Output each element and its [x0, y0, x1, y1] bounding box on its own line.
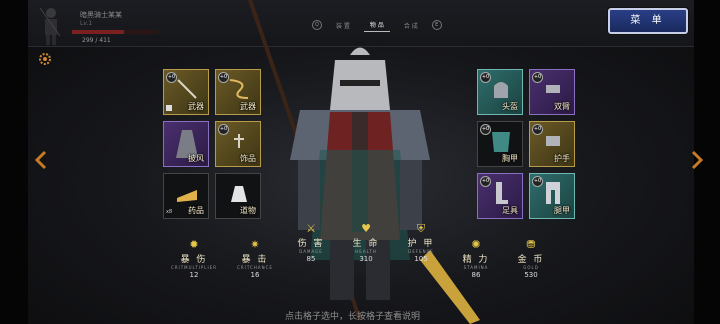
slot-label: 披风: [188, 154, 204, 163]
stat-value: 85: [306, 255, 316, 263]
stat-crit-multiplier: ✹ 暴 伤 CRITMULTIPLIER 12: [169, 238, 219, 279]
slot-label: 双臂: [554, 102, 570, 111]
slot-label: 道物: [240, 206, 256, 215]
slot-boots[interactable]: +0 足具: [477, 173, 523, 219]
stat-en-name: DEFENSE: [408, 249, 434, 254]
inventory-screen: 暗黑骑士某某 Lv.1 299 / 411 Q 装 置 物 品 合 成 E 菜 …: [0, 0, 720, 324]
slot-weapon-2[interactable]: +0 武器: [215, 69, 261, 115]
health-bar: [72, 30, 158, 34]
player-name: 暗黑骑士某某: [80, 11, 122, 19]
stat-value: 12: [189, 271, 199, 279]
slot-label: 武器: [240, 102, 256, 111]
crit-chance-icon: ✷: [250, 238, 260, 251]
helmet-icon: [494, 82, 508, 98]
item-count: x8: [166, 209, 173, 215]
stat-en-name: CRITMULTIPLIER: [170, 265, 217, 270]
prev-page-arrow-icon[interactable]: [34, 150, 48, 170]
stat-name: 生 命: [352, 239, 380, 249]
sword-icon: [177, 79, 197, 99]
stat-value: 530: [524, 271, 538, 279]
hint-text: 点击格子选中，长按格子查看说明: [285, 312, 421, 322]
slot-item[interactable]: 道物: [215, 173, 261, 219]
sack-icon: [231, 186, 247, 202]
slot-chest[interactable]: +0 胸甲: [477, 121, 523, 167]
stat-value: 105: [414, 255, 428, 263]
slot-label: 护手: [554, 154, 570, 163]
stat-crit-chance: ✷ 暴 击 CRITCHANCE 16: [230, 238, 280, 279]
stat-gold: ⛃ 金 币 GOLD 530: [506, 238, 556, 279]
menu-button[interactable]: 菜 单: [608, 8, 688, 34]
player-avatar: [39, 7, 61, 45]
slot-label: 足具: [502, 206, 518, 215]
chest-armor-icon: [492, 132, 510, 152]
slot-accessory[interactable]: +0 饰品: [215, 121, 261, 167]
slot-weapon-1[interactable]: +0 武器: [163, 69, 209, 115]
heart-icon: ♥: [361, 222, 371, 235]
stat-name: 护 甲: [407, 239, 435, 249]
stat-name: 伤 害: [297, 239, 325, 249]
slot-label: 饰品: [240, 154, 256, 163]
stat-name: 金 币: [517, 255, 545, 265]
health-text: 299 / 411: [82, 37, 111, 44]
stat-name: 暴 伤: [180, 255, 208, 265]
slot-arms[interactable]: +0 双臂: [529, 69, 575, 115]
arm-guard-icon: [546, 85, 560, 93]
gauntlet-icon: [546, 136, 560, 146]
shield-icon: ⛨: [416, 222, 426, 235]
stat-value: 86: [471, 271, 481, 279]
stat-health: ♥ 生 命 HEALTH 310: [341, 222, 391, 263]
stat-en-name: STAMINA: [463, 265, 489, 270]
whip-icon: [229, 79, 249, 99]
slot-leggings[interactable]: +0 腿甲: [529, 173, 575, 219]
slot-helmet[interactable]: +0 头盔: [477, 69, 523, 115]
left-letterbox: [0, 0, 28, 324]
slot-cloak[interactable]: 披风: [163, 121, 209, 167]
slot-label: 药品: [188, 206, 204, 215]
health-bar-fill: [72, 30, 124, 34]
lock-tag: [166, 105, 172, 111]
crossed-swords-icon: ⚔: [306, 222, 316, 235]
slot-label: 武器: [188, 102, 204, 111]
player-level: Lv.1: [80, 20, 93, 27]
stamina-icon: ✺: [471, 238, 481, 251]
stat-damage: ⚔ 伤 害 DAMAGE 85: [286, 222, 336, 263]
coin-stack-icon: ⛃: [526, 238, 536, 251]
stat-defense: ⛨ 护 甲 DEFENSE 105: [396, 222, 446, 263]
stat-name: 精 力: [462, 255, 490, 265]
stat-name: 暴 击: [241, 255, 269, 265]
boots-icon: [496, 182, 508, 204]
crit-multiplier-icon: ✹: [189, 238, 199, 251]
stat-en-name: HEALTH: [355, 249, 377, 254]
stat-value: 16: [250, 271, 260, 279]
stat-en-name: CRITCHANCE: [237, 265, 273, 270]
cross-amulet-icon: [234, 134, 244, 148]
slot-potion[interactable]: x8 药品: [163, 173, 209, 219]
slot-label: 头盔: [502, 102, 518, 111]
leggings-icon: [546, 182, 560, 204]
slot-gloves[interactable]: +0 护手: [529, 121, 575, 167]
stat-en-name: GOLD: [523, 265, 539, 270]
stat-en-name: DAMAGE: [299, 249, 323, 254]
settings-gear-icon[interactable]: [38, 52, 52, 66]
slot-label: 胸甲: [502, 154, 518, 163]
next-page-arrow-icon[interactable]: [690, 150, 704, 170]
slot-label: 腿甲: [554, 206, 570, 215]
stat-stamina: ✺ 精 力 STAMINA 86: [451, 238, 501, 279]
stat-value: 310: [359, 255, 373, 263]
cheese-icon: [177, 190, 197, 202]
